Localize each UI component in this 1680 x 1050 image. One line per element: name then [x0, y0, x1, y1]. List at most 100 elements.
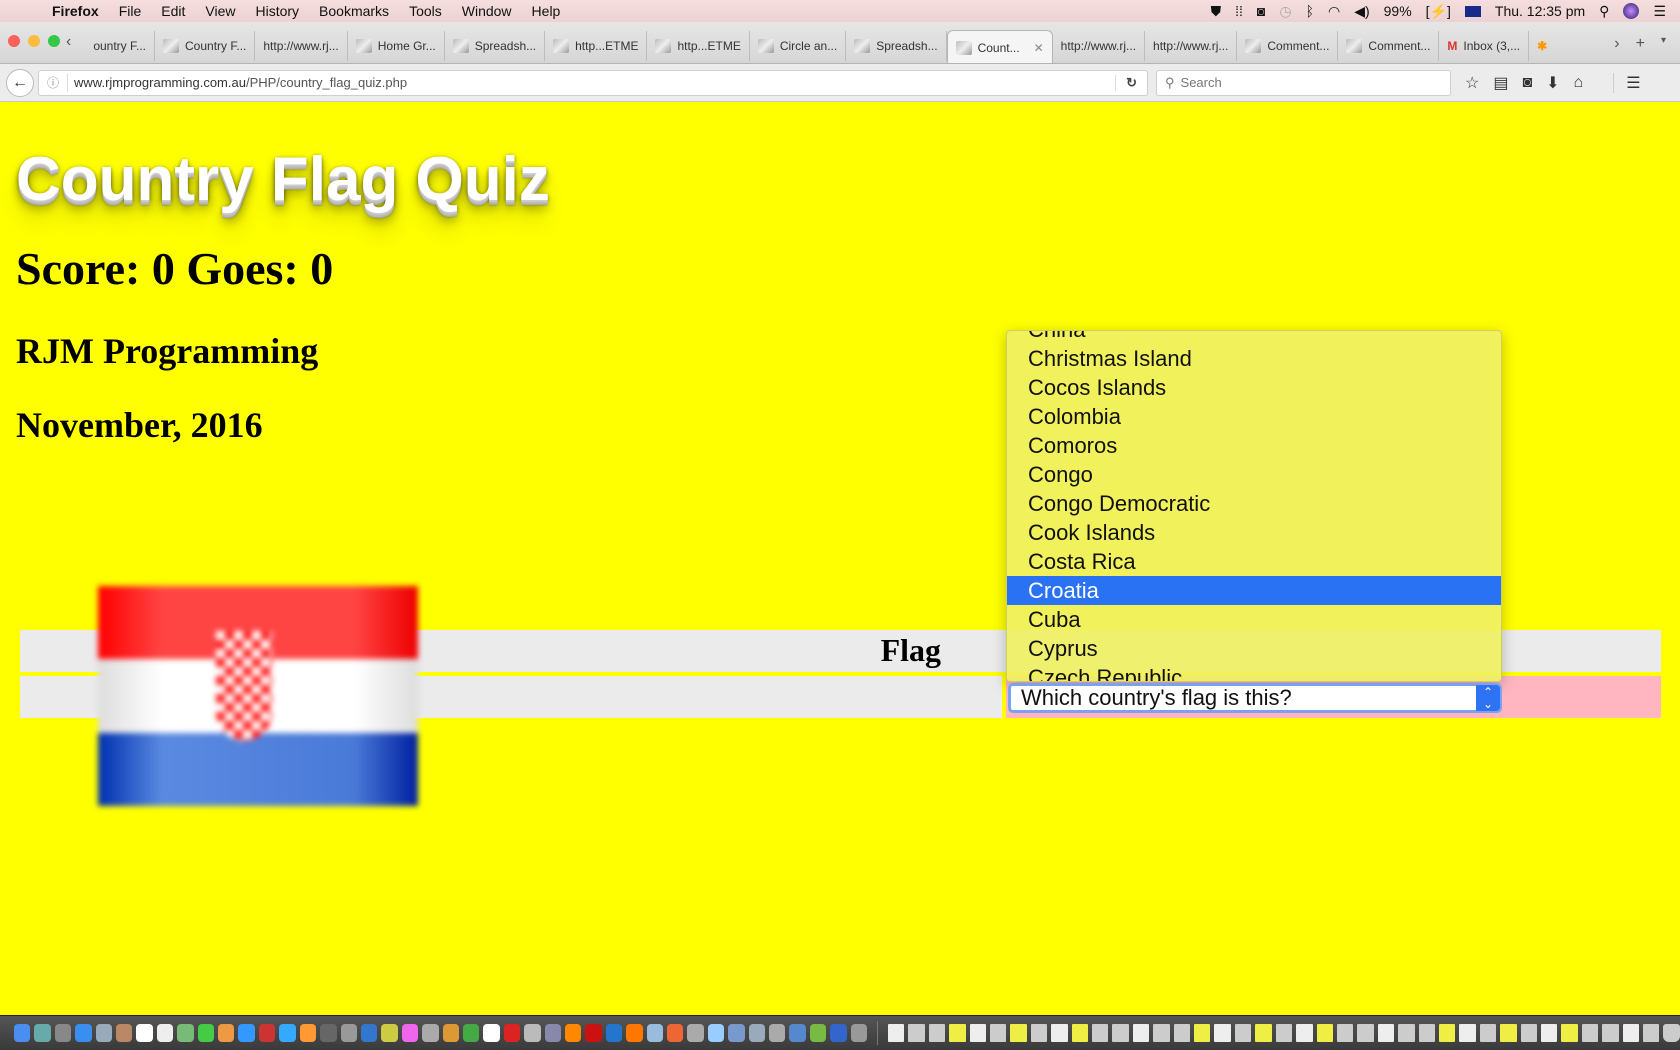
dock-document-icon[interactable] [1479, 1024, 1497, 1042]
dock-app-icon[interactable] [401, 1024, 419, 1042]
trash-icon[interactable] [1663, 1024, 1680, 1042]
menu-help[interactable]: Help [532, 3, 561, 19]
dictation-icon[interactable]: ◙ [1257, 3, 1265, 19]
dock-document-icon[interactable] [1051, 1024, 1068, 1042]
dock-app-icon[interactable] [687, 1024, 704, 1042]
dock-app-icon[interactable] [34, 1024, 51, 1042]
reload-icon[interactable]: ↻ [1115, 74, 1147, 91]
dock-app-icon[interactable] [564, 1024, 582, 1042]
dock-document-icon[interactable] [1030, 1024, 1048, 1042]
menu-edit[interactable]: Edit [161, 3, 185, 19]
tab[interactable]: http://www.rj... [1053, 31, 1146, 61]
dropdown-option[interactable]: Costa Rica [1007, 547, 1501, 576]
dock-app-icon[interactable] [850, 1024, 868, 1042]
select-updown-arrow-icon[interactable]: ⌃ ⌄ [1476, 685, 1500, 711]
dock-document-icon[interactable] [1377, 1024, 1395, 1042]
dock-document-icon[interactable] [1316, 1024, 1333, 1042]
dock-document-icon[interactable] [1132, 1024, 1150, 1042]
dock-app-icon[interactable] [54, 1024, 72, 1042]
dropdown-option[interactable]: Comoros [1007, 431, 1501, 460]
dock-app-icon[interactable] [728, 1024, 745, 1042]
site-info-icon[interactable]: ⓘ [47, 74, 59, 91]
dock-app-icon[interactable] [299, 1024, 317, 1042]
tab[interactable]: Home Gr... [348, 31, 445, 61]
notification-center-icon[interactable]: ☰ [1653, 3, 1666, 20]
dock-document-icon[interactable] [1112, 1024, 1129, 1042]
tab[interactable]: http...ETME [545, 31, 648, 61]
country-select[interactable]: Which country's flag is this? ⌃ ⌄ [1008, 683, 1502, 713]
dock-app-icon[interactable] [218, 1024, 235, 1042]
dock-app-icon[interactable] [646, 1024, 663, 1042]
dropdown-option[interactable]: China [1007, 331, 1501, 344]
menu-app-firefox[interactable]: Firefox [52, 3, 99, 19]
dock-app-icon[interactable] [585, 1024, 602, 1042]
reader-view-icon[interactable]: ▤ [1493, 73, 1508, 93]
tab[interactable]: ountry F... [85, 31, 156, 61]
dock-document-icon[interactable] [887, 1024, 905, 1042]
dropdown-option[interactable]: Congo [1007, 460, 1501, 489]
dock-app-icon[interactable] [197, 1024, 215, 1042]
dock-document-icon[interactable] [1010, 1024, 1027, 1042]
url-bar[interactable]: ⓘ www.rjmprogramming.com.au/PHP/country_… [38, 69, 1148, 96]
dock-app-icon[interactable] [360, 1024, 378, 1042]
tab[interactable]: Comment... [1237, 31, 1339, 61]
dropdown-option[interactable]: Cuba [1007, 605, 1501, 634]
dock-app-icon[interactable] [116, 1024, 133, 1042]
dock-app-icon[interactable] [769, 1024, 786, 1042]
dock-app-icon[interactable] [483, 1024, 500, 1042]
scroll-tabs-right-icon[interactable]: › [1614, 35, 1619, 53]
menu-history[interactable]: History [255, 3, 299, 19]
dock-document-icon[interactable] [1336, 1024, 1354, 1042]
tab[interactable]: ✱ [1529, 31, 1555, 61]
dock-document-icon[interactable] [1643, 1024, 1660, 1042]
dock-app-icon[interactable] [340, 1024, 357, 1042]
search-input[interactable]: ⚲ Search [1156, 69, 1451, 96]
tab[interactable]: M Inbox (3,... [1439, 31, 1530, 61]
dock-document-icon[interactable] [949, 1024, 966, 1042]
dock-document-icon[interactable] [1398, 1024, 1415, 1042]
clock[interactable]: Thu. 12:35 pm [1495, 3, 1585, 19]
dock-document-icon[interactable] [969, 1024, 986, 1042]
dock-app-icon[interactable] [156, 1024, 174, 1042]
dock-app-icon[interactable] [789, 1024, 806, 1042]
dropdown-option[interactable]: Cook Islands [1007, 518, 1501, 547]
dock-app-icon[interactable] [544, 1024, 561, 1042]
dock-app-icon[interactable] [136, 1024, 153, 1042]
menu-bookmarks[interactable]: Bookmarks [319, 3, 389, 19]
dock-document-icon[interactable] [1561, 1024, 1578, 1042]
menu-view[interactable]: View [205, 3, 235, 19]
back-button[interactable]: ← [6, 68, 34, 97]
minimize-window-button[interactable] [28, 35, 40, 47]
menu-window[interactable]: Window [462, 3, 512, 19]
avast-icon[interactable]: ⛊ [1211, 3, 1222, 20]
dropdown-option[interactable]: Croatia [1007, 576, 1501, 605]
dock-document-icon[interactable] [1173, 1024, 1191, 1042]
dropdown-option[interactable]: Christmas Island [1007, 344, 1501, 373]
menu-tools[interactable]: Tools [409, 3, 442, 19]
dock-document-icon[interactable] [1296, 1024, 1313, 1042]
dock-app-icon[interactable] [809, 1024, 827, 1042]
dock-document-icon[interactable] [1194, 1024, 1211, 1042]
home-icon[interactable]: ⌂ [1574, 74, 1584, 92]
dock-document-icon[interactable] [1459, 1024, 1476, 1042]
bookmark-star-icon[interactable]: ☆ [1465, 73, 1479, 93]
tab[interactable]: Country F... [155, 31, 256, 61]
dock-app-icon[interactable] [320, 1024, 337, 1042]
dock-document-icon[interactable] [1071, 1024, 1089, 1042]
dock-document-icon[interactable] [1622, 1024, 1639, 1042]
tab[interactable]: Circle an... [750, 31, 847, 61]
dock-document-icon[interactable] [1602, 1024, 1619, 1042]
flag-australia-icon[interactable] [1464, 5, 1481, 17]
dropdown-option[interactable]: Cyprus [1007, 634, 1501, 663]
dock-app-icon[interactable] [75, 1024, 92, 1042]
dock-document-icon[interactable] [1357, 1024, 1374, 1042]
url-text[interactable]: www.rjmprogramming.com.au/PHP/country_fl… [74, 75, 407, 90]
network-activity-icon[interactable]: ⁞⁞ [1235, 3, 1243, 19]
dock-document-icon[interactable] [908, 1024, 925, 1042]
dock-app-icon[interactable] [422, 1024, 439, 1042]
tab[interactable]: Spreadsh... [445, 31, 546, 61]
dock-app-icon[interactable] [830, 1024, 847, 1042]
dropdown-option[interactable]: Czech Republic [1007, 663, 1501, 681]
tab[interactable]: http...ETME [647, 31, 750, 61]
dock-app-icon[interactable] [279, 1024, 296, 1042]
